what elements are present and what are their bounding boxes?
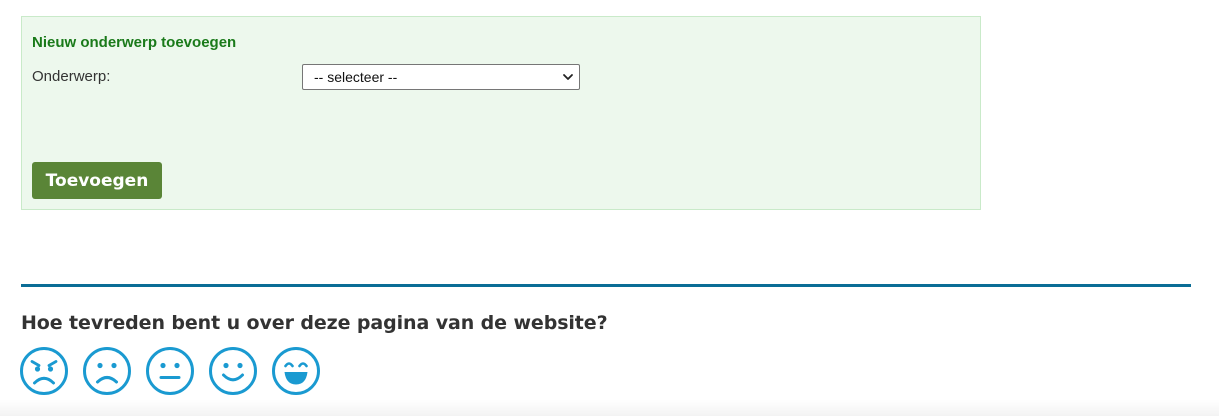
subject-label: Onderwerp: [32, 68, 111, 85]
feedback-question: Hoe tevreden bent u over deze pagina van… [21, 312, 608, 334]
add-subject-form: Nieuw onderwerp toevoegen Onderwerp: -- … [21, 16, 981, 210]
neutral-face-icon[interactable] [145, 346, 195, 396]
page: Nieuw onderwerp toevoegen Onderwerp: -- … [0, 0, 1219, 416]
happy-face-icon[interactable] [208, 346, 258, 396]
subject-select[interactable]: -- selecteer -- [302, 64, 580, 90]
very-unhappy-face-icon[interactable] [19, 346, 69, 396]
satisfaction-rating [19, 346, 321, 396]
page-bottom-shade [0, 400, 1219, 416]
section-divider [21, 284, 1191, 287]
subject-select-value: -- selecteer -- [314, 69, 398, 85]
chevron-down-icon [563, 74, 573, 80]
form-title: Nieuw onderwerp toevoegen [32, 34, 237, 51]
unhappy-face-icon[interactable] [82, 346, 132, 396]
very-happy-face-icon[interactable] [271, 346, 321, 396]
add-button[interactable]: Toevoegen [32, 162, 162, 199]
